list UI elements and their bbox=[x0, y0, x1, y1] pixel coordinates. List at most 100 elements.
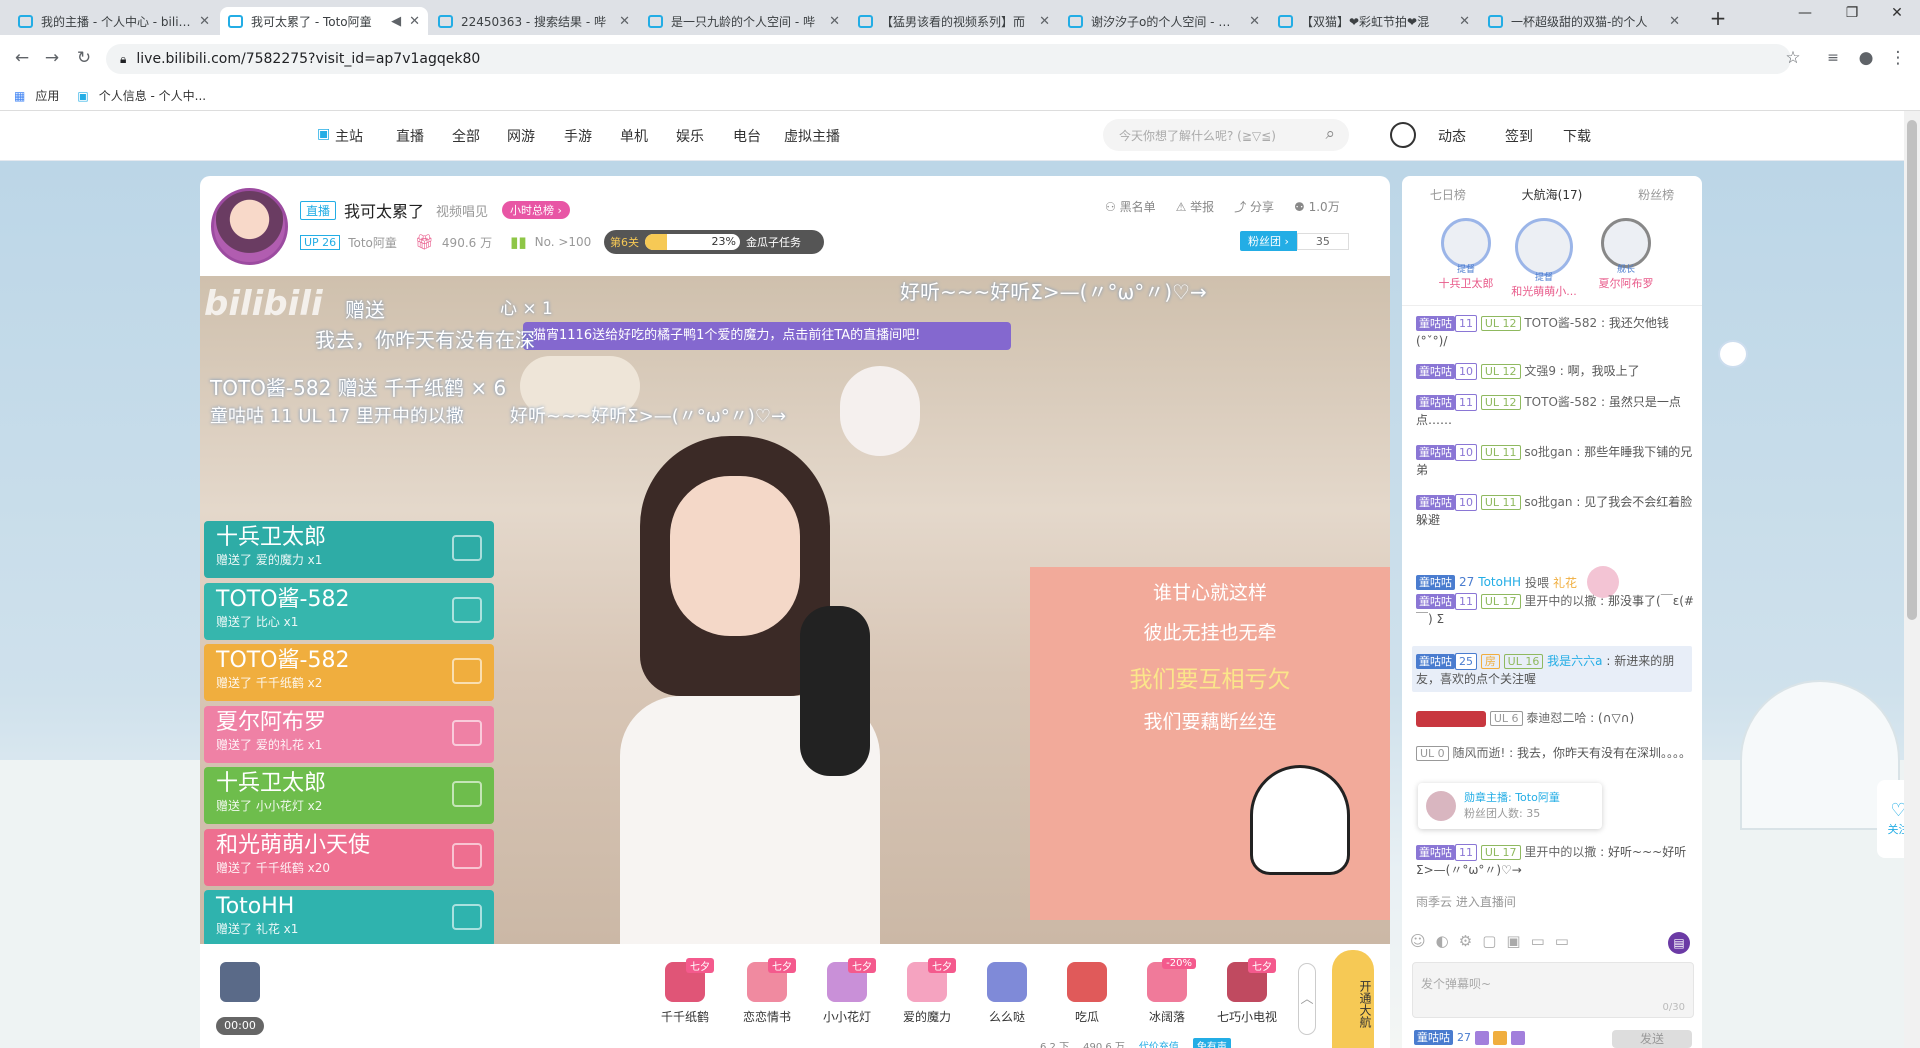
gift-item[interactable]: -20% 冰阔落 bbox=[1132, 958, 1202, 1025]
streamer-name[interactable]: Toto阿童 bbox=[348, 234, 397, 251]
user-avatar[interactable] bbox=[1390, 122, 1416, 148]
browser-tab[interactable]: 【猛男该看的视频系列】而 ✕ bbox=[850, 7, 1058, 35]
bookmark-profile[interactable]: 个人信息 - 个人中... bbox=[99, 87, 206, 104]
hourly-rank-badge[interactable]: 小时总榜 › bbox=[502, 201, 570, 219]
nav-entertainment[interactable]: 娱乐 bbox=[676, 126, 704, 146]
gift-banner[interactable]: 猫宵1116送给好吃的橘子鸭1个爱的魔力，点击前往TA的直播间吧! bbox=[523, 322, 1011, 350]
nav-download[interactable]: 下载 bbox=[1563, 126, 1591, 146]
gift-panel-toggle[interactable]: ︿ bbox=[1298, 963, 1316, 1035]
room-category[interactable]: 视频唱见 bbox=[436, 201, 488, 220]
browser-tab-active[interactable]: 我可太累了 - Toto阿童 ◀ ✕ bbox=[220, 7, 428, 35]
level-progress[interactable]: 第6关 23% 金瓜子任务 bbox=[604, 230, 824, 254]
gift-item[interactable]: 七夕 七巧小电视 bbox=[1212, 958, 1282, 1025]
close-icon[interactable]: ✕ bbox=[1459, 14, 1470, 29]
bookmark-star-icon[interactable]: ☆ bbox=[1779, 44, 1807, 72]
nav-single-games[interactable]: 单机 bbox=[620, 126, 648, 146]
media-icon[interactable]: ≡ bbox=[1819, 44, 1847, 72]
close-icon[interactable]: ✕ bbox=[1249, 14, 1260, 29]
browser-tab[interactable]: 是一只九龄的个人空间 - 哔 ✕ bbox=[640, 7, 848, 35]
apps-icon[interactable]: ▦ bbox=[14, 89, 25, 103]
search-input[interactable]: 今天你想了解什么呢? (≧▽≦) ⌕ bbox=[1103, 119, 1349, 151]
profile-icon[interactable]: ● bbox=[1852, 44, 1880, 72]
nav-checkin[interactable]: 签到 bbox=[1505, 126, 1533, 146]
nav-virtual[interactable]: 虚拟主播 bbox=[784, 126, 840, 146]
username[interactable]: TOTO酱-582 bbox=[1524, 395, 1597, 409]
username[interactable]: 里开中的以撒 bbox=[1524, 594, 1596, 608]
tab-fans[interactable]: 粉丝榜 bbox=[1638, 186, 1674, 203]
chat-bubble-icon[interactable]: ▤ bbox=[1668, 932, 1690, 954]
nav-dynamic[interactable]: 动态 bbox=[1438, 126, 1466, 146]
browser-tab[interactable]: 一杯超级甜的双猫-的个人 ✕ bbox=[1480, 7, 1688, 35]
report-button[interactable]: ⚠ 举报 bbox=[1176, 198, 1215, 215]
username[interactable]: 里开中的以撒 bbox=[1524, 845, 1596, 859]
gift-item[interactable]: 吃瓜 bbox=[1052, 962, 1122, 1025]
fan-club[interactable]: 粉丝团 › 35 bbox=[1240, 231, 1349, 251]
tab-guards[interactable]: 大航海(17) bbox=[1522, 186, 1583, 203]
bookmark-apps[interactable]: 应用 bbox=[35, 87, 59, 104]
top-guard[interactable]: 舰长 夏尔阿布罗 bbox=[1581, 218, 1671, 291]
close-icon[interactable]: ✕ bbox=[1039, 14, 1050, 29]
gift-item[interactable]: 么么哒 bbox=[972, 962, 1042, 1025]
streamer-avatar[interactable] bbox=[211, 188, 288, 265]
gear-icon[interactable]: ⚙ bbox=[1459, 932, 1472, 952]
username[interactable]: so批gan bbox=[1524, 445, 1572, 459]
nav-mobile-games[interactable]: 手游 bbox=[564, 126, 592, 146]
scrollbar-thumb[interactable] bbox=[1907, 120, 1917, 620]
back-icon[interactable]: ← bbox=[8, 44, 36, 72]
nav-live[interactable]: 直播 bbox=[396, 126, 424, 146]
username[interactable]: TotoHH bbox=[1478, 575, 1521, 589]
tab-seven-day[interactable]: 七日榜 bbox=[1430, 186, 1466, 203]
danmaku-input[interactable]: 发个弹幕呗~ 0/30 bbox=[1412, 962, 1694, 1018]
my-medal-badge[interactable]: 童咕咕 bbox=[1414, 1030, 1453, 1045]
gift-item[interactable]: 七夕 小小花灯 bbox=[812, 958, 882, 1025]
username[interactable]: TOTO酱-582 bbox=[1524, 316, 1597, 330]
image-icon[interactable]: ▣ bbox=[1506, 932, 1520, 952]
share-button[interactable]: ⤴ 分享 bbox=[1234, 198, 1274, 215]
fan-club-button[interactable]: 粉丝团 › bbox=[1240, 231, 1297, 251]
nav-all[interactable]: 全部 bbox=[452, 126, 480, 146]
url-bar[interactable]: 🔒︎ live.bilibili.com/7582275?visit_id=ap7… bbox=[106, 44, 1791, 74]
browser-tab[interactable]: 谢汐汐子o的个人空间 - 哔哩 ✕ bbox=[1060, 7, 1268, 35]
username[interactable]: so批gan bbox=[1524, 495, 1572, 509]
open-guard-button[interactable]: 开通大航 bbox=[1332, 950, 1374, 1048]
medal-popup[interactable]: 勋章主播: Toto阿童 粉丝团人数: 35 bbox=[1418, 783, 1602, 829]
palette-icon[interactable]: ◐ bbox=[1436, 932, 1449, 952]
close-icon[interactable]: ✕ bbox=[409, 14, 420, 29]
reload-icon[interactable]: ↻ bbox=[70, 44, 98, 72]
close-window-button[interactable]: ✕ bbox=[1877, 5, 1917, 21]
menu-icon[interactable]: ⋮ bbox=[1884, 44, 1912, 72]
browser-tab[interactable]: 我的主播 - 个人中心 - bilibili ✕ bbox=[10, 7, 218, 35]
browser-tab[interactable]: 22450363 - 搜索结果 - 哔 ✕ bbox=[430, 7, 638, 35]
nav-online-games[interactable]: 网游 bbox=[507, 126, 535, 146]
top-guard[interactable]: 提督 十兵卫太郎 bbox=[1421, 218, 1511, 291]
gift-item[interactable]: 七夕 千千纸鹤 bbox=[650, 958, 720, 1025]
maximize-button[interactable]: ❐ bbox=[1832, 5, 1872, 21]
username[interactable]: 泰迪怼二哈 bbox=[1526, 711, 1586, 725]
treasure-box-icon[interactable] bbox=[220, 962, 260, 1002]
emoji-icon[interactable]: ☺ bbox=[1410, 932, 1426, 952]
close-icon[interactable]: ✕ bbox=[829, 14, 840, 29]
minimize-button[interactable]: — bbox=[1785, 5, 1825, 21]
username[interactable]: 随风而逝! bbox=[1453, 746, 1506, 760]
close-icon[interactable]: ✕ bbox=[199, 14, 210, 29]
new-tab-button[interactable]: + bbox=[1698, 6, 1738, 30]
mute-icon[interactable]: ◀ bbox=[391, 14, 401, 29]
top-guard[interactable]: 提督 和光萌萌小... bbox=[1499, 218, 1589, 299]
screen-icon[interactable]: ▭ bbox=[1531, 932, 1545, 952]
blacklist-button[interactable]: ⚇ 黑名单 bbox=[1105, 198, 1156, 215]
username[interactable]: 我是六六a bbox=[1547, 654, 1602, 668]
forward-icon[interactable]: → bbox=[38, 44, 66, 72]
sound-toggle[interactable]: 免有声 bbox=[1192, 1038, 1231, 1048]
send-button[interactable]: 发送 bbox=[1612, 1030, 1692, 1048]
gift-item[interactable]: 七夕 恋恋情书 bbox=[732, 958, 802, 1025]
recharge-link[interactable]: 代价充值 bbox=[1139, 1038, 1179, 1048]
gift-item[interactable]: 七夕 爱的魔力 bbox=[892, 958, 962, 1025]
username[interactable]: 文强9 bbox=[1524, 364, 1556, 378]
record-icon[interactable]: ▭ bbox=[1555, 932, 1569, 952]
nav-radio[interactable]: 电台 bbox=[733, 126, 761, 146]
clipboard-icon[interactable]: ▢ bbox=[1482, 932, 1496, 952]
close-icon[interactable]: ✕ bbox=[619, 14, 630, 29]
nav-main-site[interactable]: 主站 bbox=[335, 126, 363, 146]
browser-tab[interactable]: 【双猫】❤彩虹节拍❤混 ✕ bbox=[1270, 7, 1478, 35]
search-icon[interactable]: ⌕ bbox=[1325, 124, 1335, 144]
